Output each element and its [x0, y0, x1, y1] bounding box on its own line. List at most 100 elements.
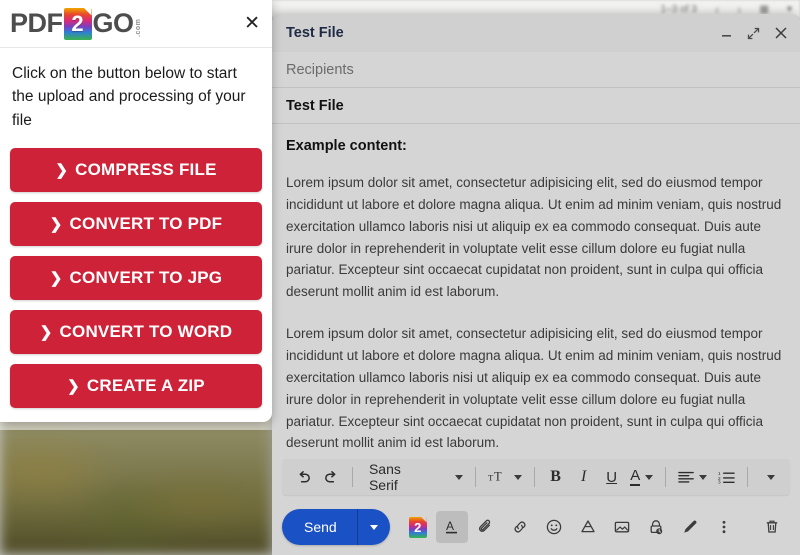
trash-icon [766, 520, 778, 533]
chevron-right-icon: ❯ [67, 377, 80, 395]
chevron-right-icon: ❯ [49, 215, 63, 233]
toolbar-divider [533, 467, 535, 487]
pdf2go-action-list: ❯ COMPRESS FILE ❯ CONVERT TO PDF ❯ CONVE… [0, 142, 272, 420]
insert-photo-button[interactable] [606, 511, 638, 543]
numbered-list-icon[interactable]: 1 2 3 [713, 463, 739, 491]
format-A-icon: A [445, 519, 457, 534]
chevron-down-icon [454, 474, 463, 480]
pagination-label: 1–3 of 3 [660, 3, 697, 15]
font-family-selector[interactable]: Sans Serif [361, 461, 467, 493]
format-toolbar: Sans Serif T T B I U A 1 2 3 [282, 459, 790, 495]
more-options-button[interactable] [708, 511, 740, 543]
insert-signature-button[interactable] [674, 511, 706, 543]
expand-icon[interactable] [747, 27, 760, 40]
pdf2go-addon-button[interactable]: 2 [402, 511, 434, 543]
confidential-mode-button[interactable] [640, 511, 672, 543]
body-paragraph: Lorem ipsum dolor sit amet, consectetur … [286, 326, 782, 451]
toolbar-divider [747, 467, 748, 487]
logo-square-digit: 2 [71, 10, 84, 36]
emoji-icon [546, 519, 561, 535]
convert-to-word-button[interactable]: ❯ CONVERT TO WORD [10, 309, 262, 354]
compose-header: Test File [272, 14, 800, 52]
chevron-down-icon: ▾ [786, 3, 792, 15]
body-lead-text: Example content: [286, 138, 407, 154]
underline-button[interactable]: U [599, 463, 625, 491]
link-icon [514, 521, 526, 533]
pdf2go-icon-label: 2 [414, 519, 422, 535]
paperclip-icon [478, 519, 490, 532]
more-vertical-icon [722, 520, 726, 534]
button-label: CONVERT TO WORD [59, 321, 233, 341]
compose-window: Test File Recipients Test File Example c… [272, 14, 800, 555]
pdf2go-logo: PDF 2 GO .com [10, 7, 142, 40]
chevron-down-icon [699, 474, 708, 480]
text-color-letter: A [630, 467, 641, 487]
screen: 1–3 of 3 ‹ › ▦ ▾ Test File Recipients Te… [0, 0, 800, 555]
compose-window-controls [720, 26, 788, 40]
insert-link-button[interactable] [504, 511, 536, 543]
discard-draft-button[interactable] [756, 511, 788, 543]
convert-to-pdf-button[interactable]: ❯ CONVERT TO PDF [10, 201, 262, 246]
logo-text-go: GO [92, 8, 135, 38]
chevron-down-icon [369, 524, 378, 530]
text-color-button[interactable]: A [627, 463, 657, 491]
toolbar-divider [664, 467, 666, 487]
body-paragraph: Lorem ipsum dolor sit amet, consectetur … [286, 175, 782, 300]
recipients-placeholder: Recipients [286, 62, 354, 78]
button-label: COMPRESS FILE [75, 159, 217, 179]
message-body[interactable]: Example content: Lorem ipsum dolor sit a… [272, 124, 800, 457]
compress-file-button[interactable]: ❯ COMPRESS FILE [10, 147, 262, 192]
button-label: CONVERT TO PDF [69, 213, 223, 233]
undo-icon[interactable] [290, 463, 316, 491]
svg-text:T: T [488, 472, 494, 482]
chevron-right-icon: ❯ [55, 161, 69, 179]
svg-text:T: T [494, 469, 502, 483]
button-label: CONVERT TO JPG [69, 267, 223, 287]
logo-square-icon: 2 [63, 7, 92, 40]
pdf2go-popup-header: PDF 2 GO .com ✕ [0, 0, 272, 48]
close-icon[interactable] [774, 26, 788, 40]
insert-photo-icon [614, 521, 629, 533]
chevron-down-icon [767, 474, 776, 480]
send-bar: Send 2 A [272, 499, 800, 555]
google-drive-icon [581, 520, 595, 533]
pdf2go-popup: PDF 2 GO .com ✕ Click on the button belo… [0, 0, 272, 422]
logo-text-dotcom: .com [134, 18, 142, 37]
subject-value: Test File [286, 98, 344, 114]
font-size-button[interactable]: T T [484, 463, 526, 491]
toolbar-divider [474, 467, 476, 487]
toolbar-divider [352, 467, 353, 487]
insert-drive-file-button[interactable] [572, 511, 604, 543]
more-formatting-icon[interactable] [756, 463, 782, 491]
signature-pen-icon [683, 520, 697, 533]
svg-text:3: 3 [718, 480, 721, 484]
send-button-group[interactable]: Send [282, 509, 390, 545]
compose-title: Test File [286, 25, 344, 41]
send-button[interactable]: Send [282, 519, 357, 535]
pdf2go-instruction-text: Click on the button below to start the u… [12, 65, 246, 129]
chevron-down-icon [645, 474, 654, 480]
create-a-zip-button[interactable]: ❯ CREATE A ZIP [10, 363, 262, 408]
format-toolbar-wrapper: Sans Serif T T B I U A 1 2 3 [272, 457, 800, 499]
logo-text-pdf: PDF [10, 8, 63, 38]
keyboard-icon: ▦ [759, 3, 769, 15]
minimize-icon[interactable] [720, 27, 733, 40]
attach-file-button[interactable] [470, 511, 502, 543]
redo-icon[interactable] [318, 463, 344, 491]
font-family-value: Sans Serif [368, 461, 401, 493]
subject-field[interactable]: Test File [272, 88, 800, 124]
italic-button[interactable]: I [571, 463, 597, 491]
bold-button[interactable]: B [543, 463, 569, 491]
chevron-right-icon: ❯ [49, 269, 63, 287]
svg-text:A: A [446, 519, 454, 533]
recipients-field[interactable]: Recipients [272, 52, 800, 88]
pdf2go-icon: 2 [408, 516, 427, 538]
chevron-right-icon: ❯ [39, 323, 53, 341]
button-label: CREATE A ZIP [86, 375, 205, 395]
formatting-options-button[interactable]: A [435, 511, 468, 543]
insert-emoji-button[interactable] [538, 511, 570, 543]
align-left-icon[interactable] [674, 463, 711, 491]
convert-to-jpg-button[interactable]: ❯ CONVERT TO JPG [10, 255, 262, 300]
close-icon[interactable]: ✕ [244, 14, 260, 33]
send-options-button[interactable] [358, 524, 390, 530]
